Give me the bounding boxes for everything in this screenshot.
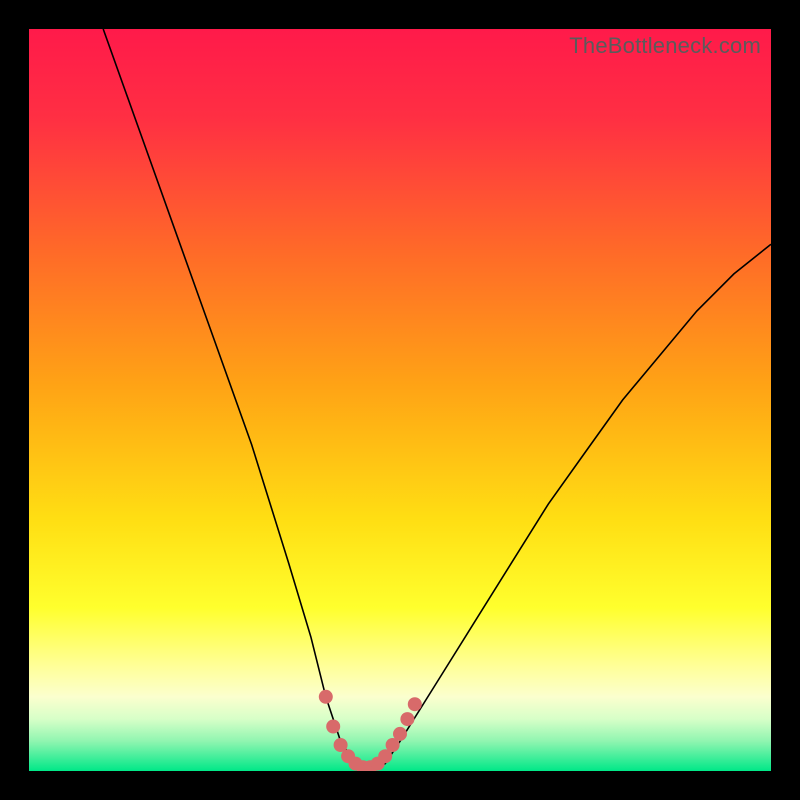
valley-dot xyxy=(319,690,333,704)
bottleneck-curve xyxy=(103,29,771,771)
valley-dot xyxy=(400,712,414,726)
valley-dot xyxy=(408,697,422,711)
valley-dot xyxy=(393,727,407,741)
chart-svg xyxy=(29,29,771,771)
chart-frame: TheBottleneck.com xyxy=(29,29,771,771)
valley-dot xyxy=(326,720,340,734)
